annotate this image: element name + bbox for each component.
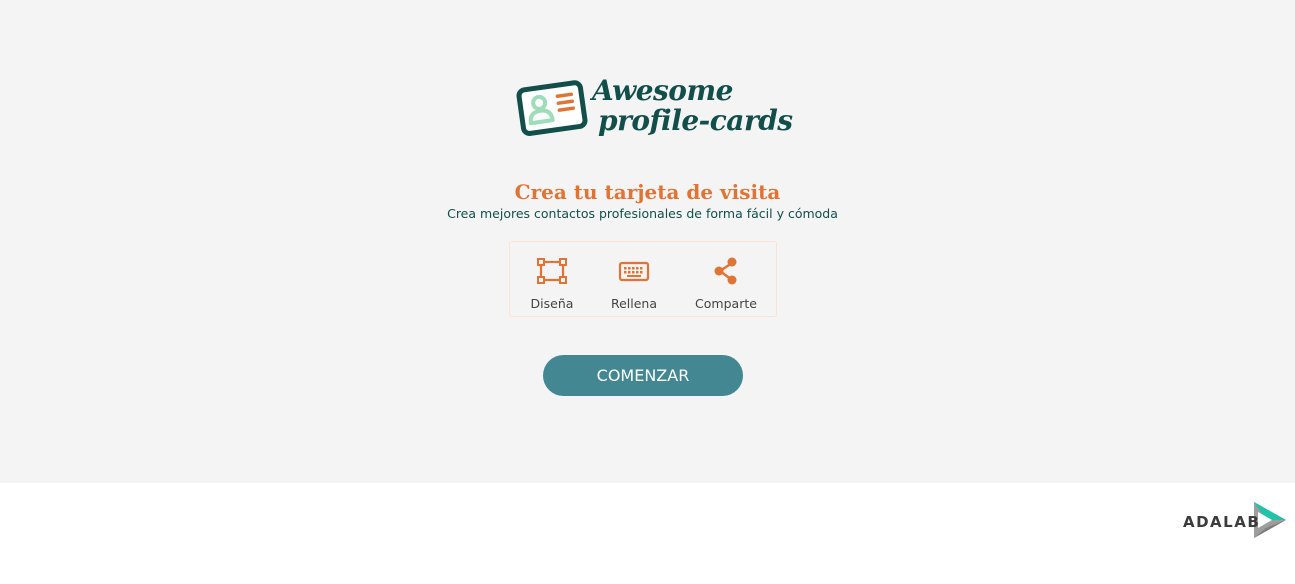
logo-title-line-1: Awesome: [592, 74, 733, 107]
logo-title-line-2: profile-cards: [598, 104, 793, 137]
keyboard-icon: [618, 261, 650, 282]
profile-card-icon: [516, 80, 588, 136]
hero-section: Awesome profile-cards Crea tu tarjeta de…: [0, 0, 1295, 483]
step-label: Rellena: [610, 296, 658, 311]
adalab-logo: ADALAB: [1180, 500, 1288, 544]
page-title: Crea tu tarjeta de visita: [514, 180, 781, 204]
step-share: Comparte: [686, 256, 766, 311]
step-label: Comparte: [695, 296, 757, 311]
start-button[interactable]: COMENZAR: [543, 355, 743, 396]
steps-box: Diseña Rellena Comparte: [509, 241, 777, 317]
adalab-brand-text: ADALAB: [1183, 513, 1261, 531]
step-fill: Rellena: [594, 256, 674, 311]
share-icon: [714, 257, 737, 285]
page-subtitle: Crea mejores contactos profesionales de …: [447, 206, 838, 221]
app-logo: Awesome profile-cards: [515, 74, 793, 148]
step-design: Diseña: [512, 256, 592, 311]
design-frame-icon: [537, 258, 567, 284]
step-label: Diseña: [530, 296, 574, 311]
